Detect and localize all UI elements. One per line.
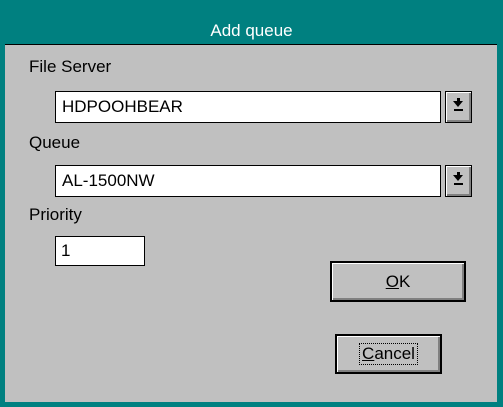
file-server-dropdown-button[interactable] [445, 91, 472, 123]
dialog-title: Add queue [210, 21, 293, 40]
priority-label: Priority [29, 205, 82, 224]
cancel-focus-rect: Cancel [359, 343, 418, 365]
file-server-field[interactable]: HDPOOHBEAR [55, 91, 441, 123]
dialog-client-area: File Server HDPOOHBEAR Queue AL-1500NW P… [5, 44, 497, 402]
queue-label: Queue [29, 133, 81, 152]
priority-input[interactable]: 1 [55, 236, 145, 266]
cancel-button[interactable]: Cancel [335, 334, 442, 374]
ok-label-rest: K [398, 272, 411, 291]
file-server-combobox[interactable]: HDPOOHBEAR [55, 91, 472, 123]
cancel-label-rest: ancel [374, 344, 415, 363]
ok-button[interactable]: OK [330, 261, 466, 302]
dialog-title-bar[interactable]: Add queue [5, 18, 498, 44]
file-server-label: File Server [29, 57, 112, 76]
queue-field[interactable]: AL-1500NW [55, 165, 441, 197]
cancel-mnemonic: C [362, 344, 375, 363]
queue-dropdown-button[interactable] [445, 165, 472, 197]
queue-combobox[interactable]: AL-1500NW [55, 165, 472, 197]
add-queue-dialog: Add queue File Server HDPOOHBEAR Queue A… [0, 0, 503, 407]
ok-mnemonic: O [385, 272, 399, 291]
